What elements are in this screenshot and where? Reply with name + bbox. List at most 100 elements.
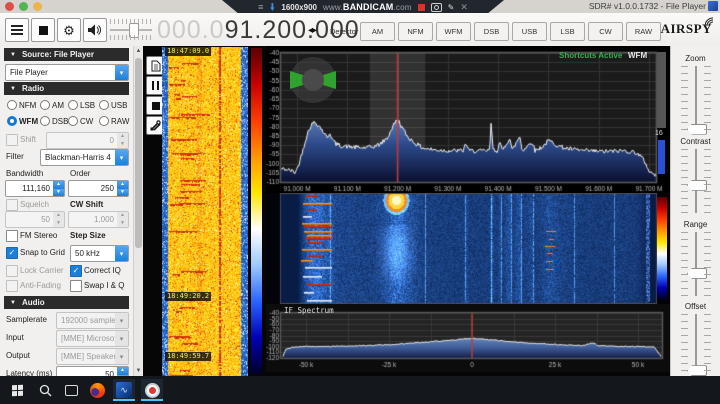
sdrsharp-window-icon (708, 1, 718, 11)
shift-spinner[interactable]: 0 ▲ ▼ (46, 132, 129, 149)
bandicam-taskbar-button[interactable] (141, 379, 163, 401)
current-mode-label: WFM (628, 51, 648, 60)
detector-lsb-button[interactable]: LSB (550, 22, 585, 41)
audio-output-select[interactable]: [MME] Speakers ▾ (56, 348, 129, 365)
radio-raw[interactable] (99, 116, 109, 126)
spin-arrows-icon[interactable]: ▲▼ (53, 181, 64, 196)
contrast-slider[interactable] (681, 149, 711, 213)
spin-arrows-icon[interactable]: ▲▼ (117, 133, 128, 148)
chevron-down-icon: ▾ (115, 246, 128, 261)
audio-panel-header[interactable]: ▼ Audio (4, 296, 129, 309)
detector-wfm-button[interactable]: WFM (436, 22, 471, 41)
source-select[interactable]: File Player ▾ (5, 64, 129, 81)
range-slider-label: Range (683, 220, 708, 229)
sdrsharp-taskbar-button[interactable]: ∿ (113, 379, 135, 401)
collapse-icon: ▼ (10, 299, 16, 306)
stereo-indicator (290, 57, 336, 103)
scroll-down-icon[interactable]: ▼ (134, 366, 143, 376)
bandicam-watermark: www.BANDICAM.com (322, 2, 412, 12)
waterfall-color-scale[interactable] (657, 197, 667, 299)
detector-am-button[interactable]: AM (360, 22, 395, 41)
latency-label: Latency (ms) (6, 369, 53, 376)
frequency-step-buttons[interactable]: ◂▸ (303, 22, 321, 38)
meter-value: 16 (655, 130, 663, 137)
file-waterfall-color-scale[interactable] (251, 48, 262, 374)
order-spinner[interactable]: 250 ▲ ▼ (68, 180, 129, 197)
samplerate-select[interactable]: 192000 sample/se▾ (56, 312, 129, 329)
cw-shift-spinner[interactable]: 1,000 ▲ ▼ (68, 211, 129, 228)
detector-cw-button[interactable]: CW (588, 22, 623, 41)
record-stop-icon[interactable] (417, 3, 425, 11)
start-button[interactable] (6, 379, 28, 401)
radio-am[interactable] (40, 100, 50, 110)
squelch-spinner[interactable]: 50 ▲ ▼ (5, 211, 65, 228)
detector-nfm-button[interactable]: NFM (398, 22, 433, 41)
stop-button[interactable] (31, 18, 55, 42)
bandwidth-spinner[interactable]: 111,160 ▲ ▼ (5, 180, 65, 197)
zoom-slider[interactable] (681, 66, 711, 135)
meter-bar (658, 140, 665, 174)
detector-raw-button[interactable]: RAW (626, 22, 661, 41)
snap-to-grid-checkbox[interactable]: ✓ (6, 247, 18, 259)
swap-iq-checkbox[interactable] (70, 280, 82, 292)
spin-arrows-icon[interactable]: ▲▼ (53, 212, 64, 227)
detector-usb-button[interactable]: USB (512, 22, 547, 41)
radio-usb[interactable] (99, 100, 109, 110)
scrollbar-thumb[interactable] (135, 58, 142, 248)
slider-ticks (704, 232, 711, 296)
shift-checkbox[interactable] (6, 134, 18, 146)
radio-dsb[interactable] (40, 116, 50, 126)
zoom-window-button[interactable] (19, 2, 28, 11)
scroll-up-icon[interactable]: ▲ (134, 46, 143, 56)
volume-slider[interactable] (110, 19, 152, 40)
detector-dsb-button[interactable]: DSB (474, 22, 509, 41)
mute-button[interactable] (83, 18, 107, 42)
close-overlay-icon[interactable]: ✕ (460, 2, 468, 13)
search-button[interactable] (34, 379, 56, 401)
latency-spinner[interactable]: 50▲▼ (56, 366, 129, 376)
tools-icon (150, 120, 161, 131)
menu-button[interactable] (5, 18, 29, 42)
bandicam-menu-icon[interactable]: ≡ (258, 2, 263, 12)
firefox-taskbar-button[interactable] (86, 379, 108, 401)
offset-slider[interactable] (681, 314, 711, 378)
rf-waterfall[interactable] (266, 193, 670, 304)
spin-arrows-icon[interactable]: ▲▼ (117, 367, 128, 376)
filter-select[interactable]: Blackman-Harris 4 ▾ (40, 149, 129, 166)
radio-nfm[interactable] (7, 100, 17, 110)
task-view-button[interactable] (60, 379, 82, 401)
slider-ticks (704, 314, 711, 378)
sidebar-scrollbar[interactable]: ▲ ▼ (133, 46, 143, 376)
snap-to-grid-label: Snap to Grid (20, 248, 65, 257)
settings-button[interactable]: ⚙ (57, 18, 81, 42)
correct-iq-checkbox[interactable]: ✓ (70, 265, 82, 277)
pause-icon (152, 81, 159, 90)
anti-fading-checkbox[interactable] (6, 280, 18, 292)
step-size-select[interactable]: 50 kHz ▾ (70, 245, 129, 262)
source-panel-header[interactable]: ▼ Source: File Player (4, 48, 129, 61)
radio-wfm-selected[interactable] (7, 116, 17, 126)
capture-resolution: 1600x900 (281, 2, 317, 12)
minimize-window-button[interactable] (33, 2, 42, 11)
screenshot-icon[interactable] (430, 2, 442, 12)
file-player-waterfall[interactable] (162, 47, 248, 376)
shortcuts-active-label: Shortcuts Active (559, 51, 623, 60)
bandicam-pin-icon[interactable] (270, 3, 275, 11)
lock-carrier-checkbox[interactable] (6, 265, 18, 277)
draw-icon[interactable]: ✎ (448, 3, 455, 12)
radio-lsb[interactable] (68, 100, 78, 110)
signal-meter[interactable]: 16 (655, 52, 666, 180)
spin-arrows-icon[interactable]: ▲▼ (117, 212, 128, 227)
speaker-icon (88, 24, 101, 36)
stop-icon (151, 101, 160, 110)
radio-cw[interactable] (68, 116, 78, 126)
squelch-checkbox[interactable] (6, 199, 18, 211)
slider-ticks (681, 66, 688, 130)
radio-panel-header[interactable]: ▼ Radio (4, 82, 129, 95)
spin-arrows-icon[interactable]: ▲▼ (117, 181, 128, 196)
fm-stereo-checkbox[interactable] (6, 230, 18, 242)
samplerate-label: Samplerate (6, 315, 47, 324)
range-slider[interactable] (681, 232, 711, 296)
audio-input-select[interactable]: [MME] Microsof ▾ (56, 330, 129, 347)
close-window-button[interactable] (5, 2, 14, 11)
